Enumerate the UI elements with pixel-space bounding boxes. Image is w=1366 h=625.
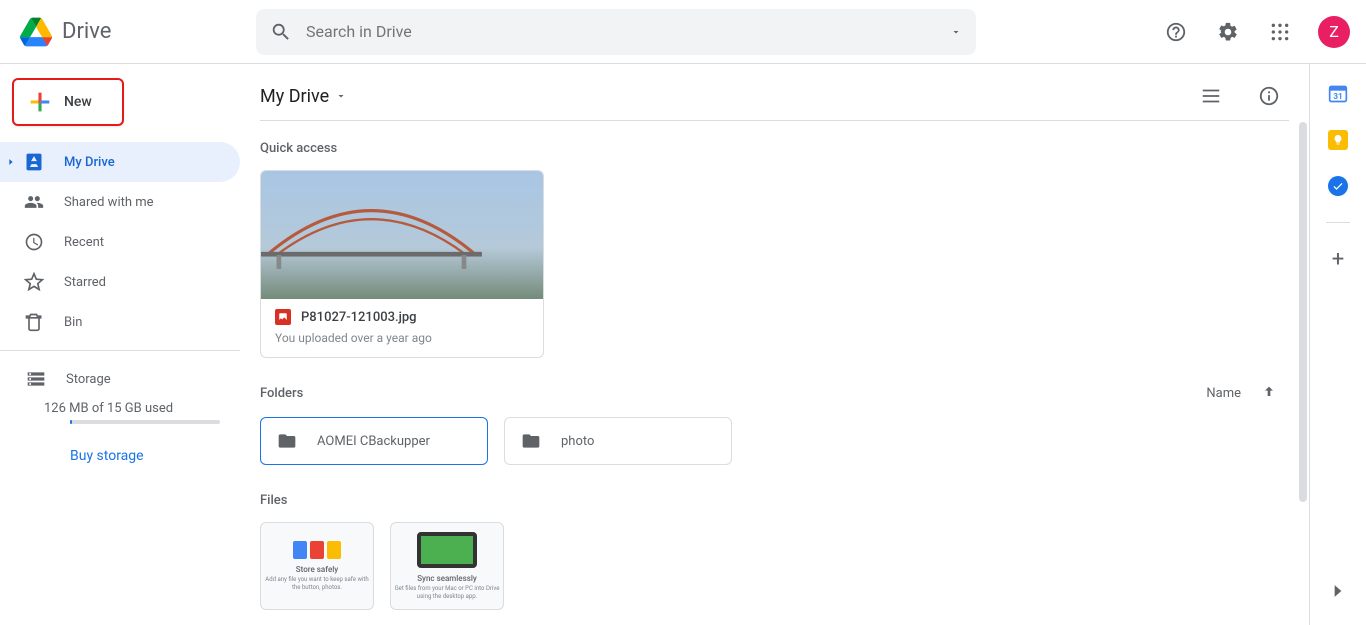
new-button-label: New — [64, 94, 92, 110]
quick-access-card[interactable]: P81027-121003.jpg You uploaded over a ye… — [260, 170, 544, 358]
main-content: My Drive Quick access — [240, 64, 1310, 625]
account-avatar[interactable]: Z — [1318, 16, 1350, 48]
sidebar-item-label: Starred — [64, 275, 106, 290]
keep-app-icon[interactable] — [1328, 130, 1348, 150]
folder-card[interactable]: AOMEI CBackupper — [260, 417, 488, 465]
sidebar-item-label: Shared with me — [64, 195, 154, 210]
main-header: My Drive — [260, 76, 1289, 116]
docs-illustration-icon — [293, 541, 341, 559]
quick-access-subtitle: You uploaded over a year ago — [275, 331, 529, 345]
sidebar-item-my-drive[interactable]: My Drive — [0, 142, 240, 182]
sidebar-item-label: My Drive — [64, 155, 115, 170]
sidebar-item-shared[interactable]: Shared with me — [0, 182, 240, 222]
header-right: Z — [1156, 12, 1350, 52]
quick-access-filename: P81027-121003.jpg — [301, 310, 417, 325]
search-options-icon[interactable] — [950, 26, 962, 38]
settings-icon[interactable] — [1208, 12, 1248, 52]
storage-icon — [26, 369, 46, 389]
details-icon[interactable] — [1249, 76, 1289, 116]
search-icon — [270, 21, 292, 43]
storage-section: Storage — [0, 359, 240, 399]
sidebar-item-label: Recent — [64, 235, 104, 250]
folders-title: Folders — [260, 386, 303, 401]
body: New My Drive Shared with me Recent Starr… — [0, 64, 1366, 625]
apps-grid-icon[interactable] — [1260, 12, 1300, 52]
new-button[interactable]: New — [12, 78, 124, 126]
file-card[interactable]: Sync seamlessly Get files from your Mac … — [390, 522, 504, 610]
people-icon — [24, 192, 44, 212]
sidebar-item-bin[interactable]: Bin — [0, 302, 240, 342]
folder-icon — [521, 431, 541, 451]
help-icon[interactable] — [1156, 12, 1196, 52]
folder-name: AOMEI CBackupper — [317, 434, 430, 449]
calendar-app-icon[interactable]: 31 — [1328, 84, 1348, 104]
image-file-icon — [275, 309, 291, 325]
svg-text:31: 31 — [1333, 92, 1343, 102]
file-title: Store safely — [296, 565, 338, 574]
app-name: Drive — [62, 19, 111, 44]
sidebar-item-recent[interactable]: Recent — [0, 222, 240, 262]
folder-icon — [277, 431, 297, 451]
list-view-icon[interactable] — [1191, 76, 1231, 116]
folder-name: photo — [561, 434, 594, 449]
search-bar[interactable] — [256, 9, 976, 55]
buy-storage-link[interactable]: Buy storage — [70, 448, 240, 464]
quick-access-title: Quick access — [260, 141, 1289, 156]
app-header: Drive Z — [0, 0, 1366, 64]
storage-used-text: 126 MB of 15 GB used — [44, 401, 240, 416]
folder-card[interactable]: photo — [504, 417, 732, 465]
drive-icon — [24, 152, 44, 172]
file-subtitle: Get files from your Mac or PC into Drive… — [391, 585, 503, 599]
sidebar-item-storage[interactable]: Storage — [26, 359, 220, 399]
storage-progress — [70, 420, 220, 424]
expand-caret-icon[interactable] — [6, 157, 16, 167]
chevron-down-icon — [335, 90, 347, 102]
sort-label: Name — [1206, 386, 1241, 401]
main-toolbar — [1191, 76, 1289, 116]
file-card[interactable]: Store safely Add any file you want to ke… — [260, 522, 374, 610]
star-icon — [24, 272, 44, 292]
scrollbar[interactable] — [1299, 122, 1307, 502]
collapse-panel-icon[interactable] — [1328, 581, 1348, 605]
arrow-up-icon — [1261, 384, 1277, 404]
files-title: Files — [260, 493, 1289, 508]
quick-access-thumbnail — [261, 171, 543, 299]
breadcrumb[interactable]: My Drive — [260, 86, 347, 107]
trash-icon — [24, 312, 44, 332]
sidebar: New My Drive Shared with me Recent Starr… — [0, 64, 240, 625]
logo-area[interactable]: Drive — [16, 12, 256, 52]
storage-label: Storage — [66, 372, 111, 387]
search-input[interactable] — [306, 22, 950, 41]
breadcrumb-label: My Drive — [260, 86, 329, 107]
sidebar-item-starred[interactable]: Starred — [0, 262, 240, 302]
sidebar-nav: My Drive Shared with me Recent Starred B… — [0, 142, 240, 342]
add-app-icon[interactable]: + — [1332, 249, 1344, 271]
sidebar-item-label: Bin — [64, 315, 82, 330]
sort-control[interactable]: Name — [1206, 384, 1277, 404]
file-title: Sync seamlessly — [417, 574, 477, 583]
clock-icon — [24, 232, 44, 252]
laptop-illustration-icon — [417, 532, 477, 568]
drive-logo-icon — [16, 12, 56, 52]
file-subtitle: Add any file you want to keep safe with … — [261, 576, 373, 590]
tasks-app-icon[interactable] — [1328, 176, 1348, 196]
plus-icon — [26, 88, 54, 116]
side-panel: 31 + — [1310, 64, 1366, 625]
